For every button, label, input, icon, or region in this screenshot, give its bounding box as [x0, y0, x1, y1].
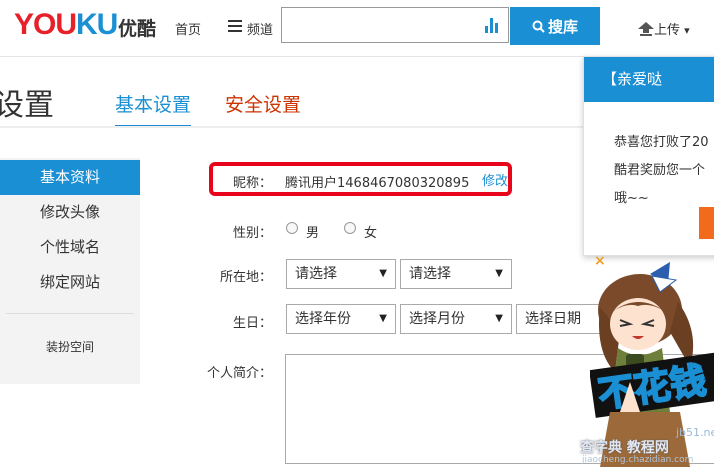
sidebar-item-domain[interactable]: 个性域名 — [0, 230, 140, 265]
gender-male-radio[interactable] — [286, 222, 298, 234]
nickname-value: 腾讯用户1468467080320895 — [285, 176, 470, 191]
sidebar-item-basic-info[interactable]: 基本资料 — [0, 160, 140, 195]
search-icon — [532, 20, 545, 33]
birth-month-select[interactable]: 选择月份 ▼ — [400, 304, 512, 334]
tab-basic-settings[interactable]: 基本设置 — [115, 90, 192, 127]
gender-male-label: 男 — [306, 226, 320, 241]
province-select[interactable]: 请选择 ▼ — [286, 259, 396, 289]
gender-female-radio[interactable] — [344, 222, 356, 234]
youku-logo[interactable]: YOUKU — [14, 8, 118, 42]
gender-female-label: 女 — [364, 226, 378, 241]
birth-year-select[interactable]: 选择年份 ▼ — [286, 304, 396, 334]
nav-channel[interactable]: 频道 — [247, 19, 273, 38]
nickname-edit-link[interactable]: 修改 — [482, 170, 508, 189]
nav-home[interactable]: 首页 — [175, 19, 201, 38]
upload-label: 上传 — [654, 23, 681, 38]
nickname-label: 昵称： — [232, 176, 272, 191]
logo-cn-text[interactable]: 优酷 — [118, 14, 156, 41]
bar-chart-icon[interactable] — [484, 17, 500, 33]
popup-message: 恭喜您打败了20 酷君奖励您一个 哦~~ — [614, 135, 709, 206]
menu-icon[interactable] — [228, 20, 242, 32]
sidebar-item-bind-site[interactable]: 绑定网站 — [0, 265, 140, 300]
search-input[interactable] — [281, 7, 509, 43]
sidebar-divider — [6, 313, 134, 314]
city-select[interactable]: 请选择 ▼ — [400, 259, 512, 289]
dropdown-arrow-icon: ▼ — [495, 268, 503, 279]
popup-action-button[interactable] — [699, 207, 714, 239]
upload-link[interactable]: 上传 ▾ — [638, 19, 690, 38]
birthday-label: 生日： — [232, 316, 272, 331]
sidebar-item-decorate[interactable]: 装扮空间 — [0, 330, 140, 365]
page-title: 设置 — [0, 88, 54, 123]
watermark-site: jb51.net — [676, 426, 714, 439]
popup-title: 【亲爱哒 — [584, 57, 714, 102]
chevron-down-icon: ▾ — [684, 24, 690, 37]
dropdown-arrow-icon: ▼ — [495, 313, 503, 324]
dropdown-arrow-icon: ▼ — [379, 268, 387, 279]
watermark-url: jiaocheng.chazidian.com — [582, 455, 694, 465]
watermark-brand: 查字典 教程网 — [580, 440, 669, 456]
tab-security-settings[interactable]: 安全设置 — [225, 90, 301, 117]
search-button[interactable]: 搜库 — [510, 7, 600, 45]
upload-icon — [638, 22, 654, 36]
reward-popup: 【亲爱哒 恭喜您打败了20 酷君奖励您一个 哦~~ — [583, 56, 714, 256]
location-label: 所在地： — [219, 270, 272, 285]
gender-label: 性别： — [232, 226, 272, 241]
dropdown-arrow-icon: ▼ — [379, 313, 387, 324]
bio-label: 个人简介： — [206, 366, 272, 381]
sidebar-item-avatar[interactable]: 修改头像 — [0, 195, 140, 230]
sidebar: 基本资料 修改头像 个性域名 绑定网站 装扮空间 — [0, 158, 140, 384]
search-button-label: 搜库 — [547, 18, 578, 36]
